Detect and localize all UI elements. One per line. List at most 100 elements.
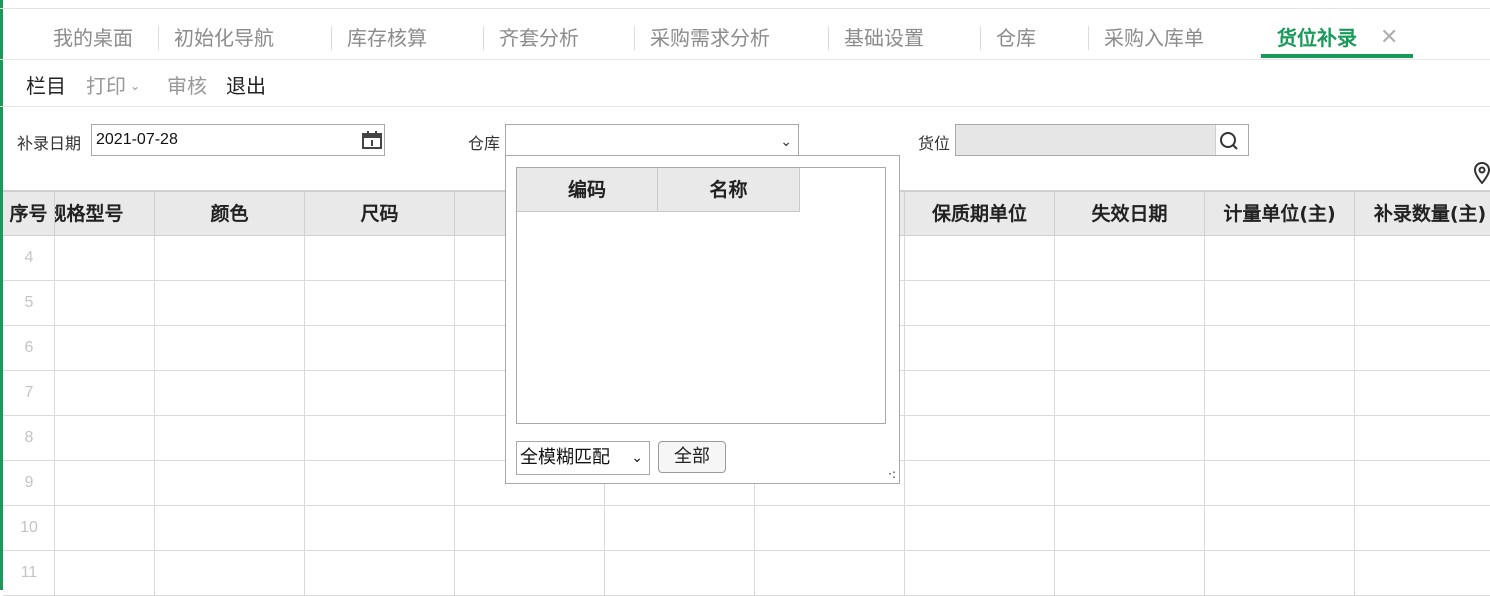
- table-cell[interactable]: [1355, 281, 1490, 325]
- col-header-color[interactable]: 颜色: [155, 192, 305, 236]
- table-cell[interactable]: [155, 281, 305, 325]
- table-cell[interactable]: [305, 461, 455, 505]
- table-cell[interactable]: [455, 506, 605, 550]
- popup-col-name[interactable]: 名称: [658, 168, 800, 212]
- tab-my-desktop[interactable]: 我的桌面: [53, 9, 133, 59]
- table-cell[interactable]: [1055, 236, 1205, 280]
- table-cell[interactable]: [55, 461, 155, 505]
- table-cell[interactable]: [905, 551, 1055, 595]
- col-header-shelf-life-unit[interactable]: 保质期单位: [905, 192, 1055, 236]
- tab-warehouse[interactable]: 仓库: [996, 9, 1036, 59]
- table-cell[interactable]: [905, 326, 1055, 370]
- table-cell[interactable]: [755, 551, 905, 595]
- col-header-index[interactable]: 序号: [3, 192, 55, 236]
- tab-separator: [483, 26, 484, 50]
- table-cell[interactable]: [1355, 461, 1490, 505]
- table-cell[interactable]: [155, 461, 305, 505]
- table-cell[interactable]: [1355, 551, 1490, 595]
- tab-basic-settings[interactable]: 基础设置: [844, 9, 924, 59]
- table-cell[interactable]: [155, 551, 305, 595]
- tab-kit-analysis[interactable]: 齐套分析: [499, 9, 579, 59]
- table-cell[interactable]: [305, 416, 455, 460]
- table-cell[interactable]: [1355, 326, 1490, 370]
- match-mode-select[interactable]: 全模糊匹配 ⌄: [516, 441, 650, 475]
- table-row[interactable]: 11: [3, 551, 1490, 596]
- table-cell[interactable]: [1205, 461, 1355, 505]
- location-input[interactable]: [955, 124, 1249, 156]
- table-cell[interactable]: [905, 461, 1055, 505]
- exit-button[interactable]: 退出: [226, 70, 266, 99]
- table-cell[interactable]: [55, 506, 155, 550]
- all-button[interactable]: 全部: [658, 441, 726, 473]
- table-cell[interactable]: [455, 551, 605, 595]
- table-row[interactable]: 10: [3, 506, 1490, 551]
- col-header-spec[interactable]: 规格型号: [55, 192, 155, 236]
- resize-grip-icon[interactable]: ·:: [888, 468, 896, 480]
- table-cell[interactable]: [1055, 506, 1205, 550]
- table-cell[interactable]: [1355, 371, 1490, 415]
- warehouse-select[interactable]: ⌄: [505, 124, 799, 156]
- table-cell[interactable]: [1055, 551, 1205, 595]
- table-cell[interactable]: [55, 326, 155, 370]
- table-cell[interactable]: [305, 371, 455, 415]
- tab-label: 采购入库单: [1104, 26, 1204, 50]
- table-cell[interactable]: [1205, 551, 1355, 595]
- row-index-cell: 4: [3, 236, 55, 280]
- tab-purchase-demand[interactable]: 采购需求分析: [650, 9, 770, 59]
- table-cell[interactable]: [305, 506, 455, 550]
- table-cell[interactable]: [1055, 461, 1205, 505]
- table-cell[interactable]: [155, 416, 305, 460]
- table-cell[interactable]: [905, 236, 1055, 280]
- table-cell[interactable]: [1055, 416, 1205, 460]
- table-cell[interactable]: [605, 506, 755, 550]
- table-cell[interactable]: [155, 326, 305, 370]
- date-field[interactable]: 2021-07-28: [91, 124, 385, 156]
- table-cell[interactable]: [305, 326, 455, 370]
- table-cell[interactable]: [905, 281, 1055, 325]
- table-cell[interactable]: [305, 551, 455, 595]
- print-button[interactable]: 打印 ⌄: [86, 70, 140, 99]
- table-cell[interactable]: [1205, 281, 1355, 325]
- table-cell[interactable]: [1355, 506, 1490, 550]
- table-cell[interactable]: [905, 371, 1055, 415]
- table-cell[interactable]: [605, 551, 755, 595]
- table-cell[interactable]: [1355, 236, 1490, 280]
- table-cell[interactable]: [1205, 371, 1355, 415]
- table-cell[interactable]: [55, 551, 155, 595]
- location-pin-icon[interactable]: [1474, 162, 1490, 184]
- tab-purchase-receipt[interactable]: 采购入库单: [1104, 9, 1204, 59]
- search-icon[interactable]: [1218, 130, 1244, 152]
- table-cell[interactable]: [1205, 326, 1355, 370]
- table-cell[interactable]: [155, 506, 305, 550]
- tab-location-supplement[interactable]: 货位补录 ✕: [1261, 9, 1413, 59]
- col-header-size[interactable]: 尺码: [305, 192, 455, 236]
- table-cell[interactable]: [1055, 371, 1205, 415]
- table-cell[interactable]: [155, 236, 305, 280]
- table-cell[interactable]: [55, 236, 155, 280]
- table-cell[interactable]: [905, 416, 1055, 460]
- table-cell[interactable]: [305, 236, 455, 280]
- table-cell[interactable]: [55, 371, 155, 415]
- col-header-expiry-date[interactable]: 失效日期: [1055, 192, 1205, 236]
- tab-inventory-accounting[interactable]: 库存核算: [347, 9, 427, 59]
- table-cell[interactable]: [755, 506, 905, 550]
- table-cell[interactable]: [1205, 506, 1355, 550]
- popup-col-code[interactable]: 编码: [517, 168, 658, 212]
- columns-button[interactable]: 栏目: [26, 70, 66, 99]
- table-cell[interactable]: [55, 281, 155, 325]
- table-cell[interactable]: [1055, 281, 1205, 325]
- col-header-qty-main[interactable]: 补录数量(主): [1355, 192, 1490, 236]
- close-icon[interactable]: ✕: [1380, 9, 1398, 67]
- table-cell[interactable]: [905, 506, 1055, 550]
- audit-button[interactable]: 审核: [167, 70, 207, 99]
- col-header-unit-main[interactable]: 计量单位(主): [1205, 192, 1355, 236]
- table-cell[interactable]: [1205, 416, 1355, 460]
- table-cell[interactable]: [1205, 236, 1355, 280]
- table-cell[interactable]: [1355, 416, 1490, 460]
- calendar-icon[interactable]: [362, 131, 382, 149]
- tab-init-nav[interactable]: 初始化导航: [174, 9, 274, 59]
- table-cell[interactable]: [155, 371, 305, 415]
- table-cell[interactable]: [1055, 326, 1205, 370]
- table-cell[interactable]: [55, 416, 155, 460]
- table-cell[interactable]: [305, 281, 455, 325]
